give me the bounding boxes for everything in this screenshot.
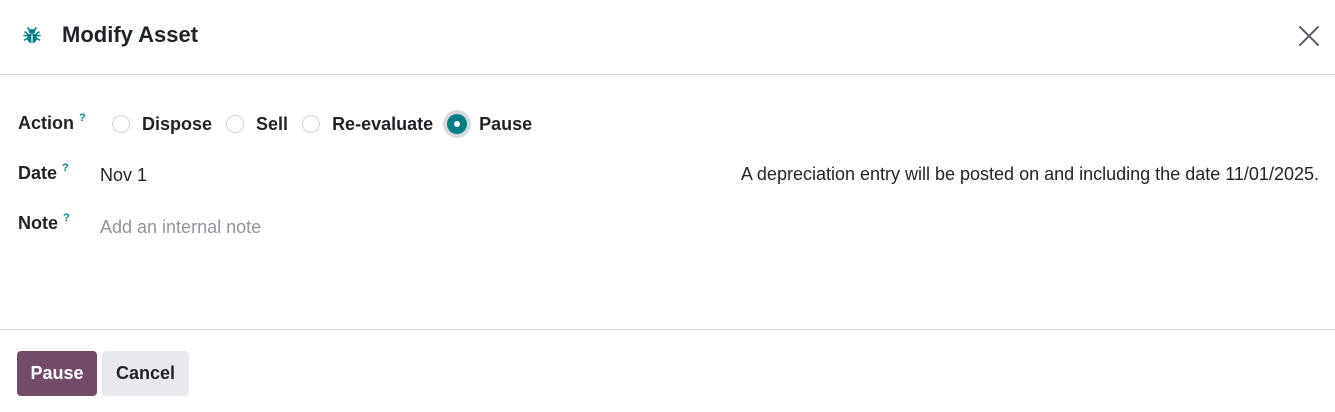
close-icon[interactable] <box>1297 24 1321 48</box>
date-help-icon[interactable]: ? <box>62 162 69 174</box>
radio-dispose-label[interactable]: Dispose <box>142 114 212 135</box>
radio-re-evaluate[interactable]: Re-evaluate <box>302 114 433 135</box>
depreciation-info: A depreciation entry will be posted on a… <box>740 164 1319 184</box>
action-label: Action? <box>18 112 86 134</box>
bug-icon <box>23 27 41 43</box>
action-label-text: Action <box>18 113 74 133</box>
date-field[interactable]: Nov 1 <box>100 165 147 186</box>
radio-dispose[interactable]: Dispose <box>112 114 212 135</box>
radio-sell[interactable]: Sell <box>226 114 288 135</box>
date-label-text: Date <box>18 163 58 183</box>
note-label: Note? <box>18 212 70 234</box>
action-help-icon[interactable]: ? <box>79 112 86 124</box>
action-radio-group: Dispose Sell Re-evaluate Pause <box>112 111 546 137</box>
note-help-icon[interactable]: ? <box>63 212 70 224</box>
radio-pause[interactable]: Pause <box>447 114 532 135</box>
cancel-button[interactable]: Cancel <box>102 351 189 396</box>
radio-pause-circle[interactable] <box>447 114 468 134</box>
radio-re-evaluate-circle[interactable] <box>302 115 321 133</box>
date-label: Date? <box>18 162 69 184</box>
radio-dispose-circle[interactable] <box>112 115 130 133</box>
radio-re-evaluate-label[interactable]: Re-evaluate <box>332 114 433 135</box>
radio-sell-circle[interactable] <box>226 115 245 133</box>
footer-divider <box>0 329 1335 330</box>
pause-button[interactable]: Pause <box>17 351 97 396</box>
radio-sell-label[interactable]: Sell <box>256 114 288 135</box>
note-input[interactable] <box>100 214 660 240</box>
dialog-title: Modify Asset <box>62 22 199 47</box>
radio-pause-label[interactable]: Pause <box>479 114 532 135</box>
dialog-header: Modify Asset <box>0 0 1335 75</box>
note-label-text: Note <box>18 213 58 233</box>
